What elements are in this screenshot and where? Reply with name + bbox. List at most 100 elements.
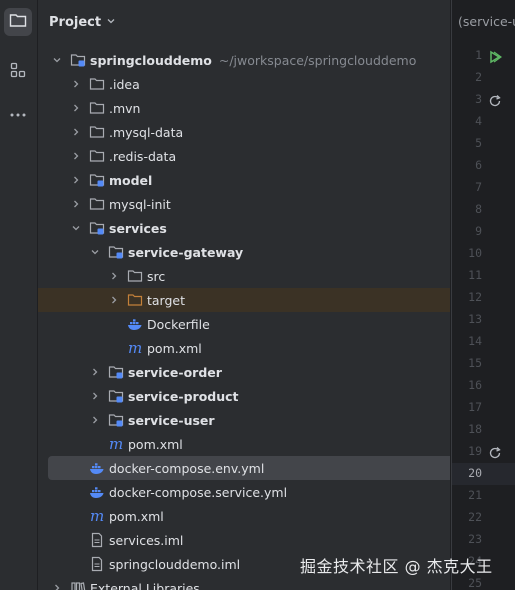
tree-item-label: services [109, 220, 167, 236]
chevron-down-icon[interactable] [90, 247, 100, 257]
tree-item[interactable]: .idea [38, 72, 450, 96]
chevron-right-icon[interactable] [71, 199, 81, 209]
tree-item[interactable]: service-gateway [38, 240, 450, 264]
module-folder-icon [70, 52, 86, 68]
tree-item-label: pom.xml [109, 508, 164, 524]
tree-item[interactable]: docker-compose.env.yml [48, 456, 450, 480]
line-number: 16 [468, 378, 482, 392]
line-number: 19 [468, 444, 482, 458]
maven-icon: m [127, 340, 143, 356]
chevron-right-icon[interactable] [71, 79, 81, 89]
tree-item-label: docker-compose.service.yml [109, 484, 288, 500]
chevron-right-icon[interactable] [52, 583, 62, 590]
tree-item-label: springclouddemo [90, 52, 212, 68]
editor-tab[interactable]: (service-u [458, 14, 515, 29]
tree-item[interactable]: Dockerfile [38, 312, 450, 336]
module-folder-icon [108, 244, 124, 260]
tree-item[interactable]: springclouddemo ~/jworkspace/springcloudd… [38, 48, 450, 72]
line-number: 6 [475, 158, 482, 172]
maven-icon: m [108, 436, 124, 452]
tree-item[interactable]: service-order [38, 360, 450, 384]
chevron-right-icon[interactable] [71, 103, 81, 113]
tree-item[interactable]: model [38, 168, 450, 192]
docker-icon [89, 484, 105, 500]
svg-text:m: m [90, 508, 104, 524]
tree-item-label: Dockerfile [147, 316, 210, 332]
tree-item[interactable]: service-product [38, 384, 450, 408]
module-folder-icon [89, 172, 105, 188]
line-number: 18 [468, 422, 482, 436]
line-number: 15 [468, 356, 482, 370]
chevron-right-icon[interactable] [71, 175, 81, 185]
line-number: 3 [475, 92, 482, 106]
excluded-folder-icon [127, 292, 143, 308]
line-number: 9 [475, 224, 482, 238]
tree-item-label: .mvn [109, 100, 141, 116]
editor-area: (service-u 1 2 3 4 5 6 7 8 9 10 11 12 13 14 15 16 17 18 19… [451, 0, 515, 590]
tree-item[interactable]: mysql-init [38, 192, 450, 216]
folder-icon [89, 76, 105, 92]
chevron-right-icon[interactable] [71, 127, 81, 137]
tree-item[interactable]: .mvn [38, 96, 450, 120]
tree-item-label: .mysql-data [109, 124, 184, 140]
folder-icon [89, 100, 105, 116]
tree-item[interactable]: m pom.xml [38, 504, 450, 528]
chevron-right-icon[interactable] [90, 367, 100, 377]
run-icon[interactable] [488, 49, 503, 64]
chevron-down-icon[interactable] [52, 55, 62, 65]
project-tool-button[interactable] [4, 8, 32, 36]
line-number: 2 [475, 70, 482, 84]
refresh-icon[interactable] [488, 445, 502, 459]
line-number: 17 [468, 400, 482, 414]
tree-item-label: mysql-init [109, 196, 171, 212]
tree-item[interactable]: .redis-data [38, 144, 450, 168]
chevron-right-icon[interactable] [109, 295, 119, 305]
tree-item[interactable]: services [38, 216, 450, 240]
chevron-right-icon[interactable] [90, 391, 100, 401]
more-tools-button[interactable] [4, 98, 32, 126]
tree-item[interactable]: services.iml [38, 528, 450, 552]
module-folder-icon [108, 364, 124, 380]
refresh-icon[interactable] [488, 93, 502, 107]
module-folder-icon [89, 220, 105, 236]
line-number: 12 [468, 290, 482, 304]
tree-item-label: docker-compose.env.yml [109, 460, 265, 476]
tree-item[interactable]: service-user [38, 408, 450, 432]
tree-item[interactable]: m pom.xml [38, 336, 450, 360]
line-number: 8 [475, 202, 482, 216]
docker-icon [89, 460, 105, 476]
tree-item-label: services.iml [109, 532, 184, 548]
tree-item-label: springclouddemo.iml [109, 556, 241, 572]
line-number: 14 [468, 334, 482, 348]
project-icon [9, 12, 27, 32]
line-number: 25 [468, 576, 482, 590]
more-icon [9, 103, 27, 122]
tree-item-label: model [109, 172, 153, 188]
chevron-right-icon[interactable] [71, 151, 81, 161]
structure-tool-button[interactable] [4, 58, 32, 86]
tree-item[interactable]: docker-compose.service.yml [38, 480, 450, 504]
tree-item-label: src [147, 268, 166, 284]
line-number: 5 [475, 136, 482, 150]
tree-item-label: target [147, 292, 186, 308]
chevron-down-icon[interactable] [71, 223, 81, 233]
activity-bar [0, 0, 38, 590]
chevron-right-icon[interactable] [109, 271, 119, 281]
line-number: 22 [468, 510, 482, 524]
tree-item[interactable]: .mysql-data [38, 120, 450, 144]
file-icon [89, 532, 105, 548]
tree-item[interactable]: m pom.xml [38, 432, 450, 456]
tree-item-label: External Libraries [90, 580, 200, 590]
project-view-selector[interactable]: Project [49, 12, 116, 32]
line-number: 11 [468, 268, 482, 282]
maven-icon: m [89, 508, 105, 524]
tree-item-label: service-product [128, 388, 239, 404]
line-number: 20 [468, 466, 482, 480]
tree-item-path: ~/jworkspace/springclouddemo [218, 52, 417, 68]
chevron-down-icon [106, 15, 116, 30]
tree-item[interactable]: External Libraries [38, 576, 450, 590]
tree-item[interactable]: target [38, 288, 450, 312]
chevron-right-icon[interactable] [90, 415, 100, 425]
panel-title: Project [49, 14, 102, 30]
tree-item[interactable]: src [38, 264, 450, 288]
